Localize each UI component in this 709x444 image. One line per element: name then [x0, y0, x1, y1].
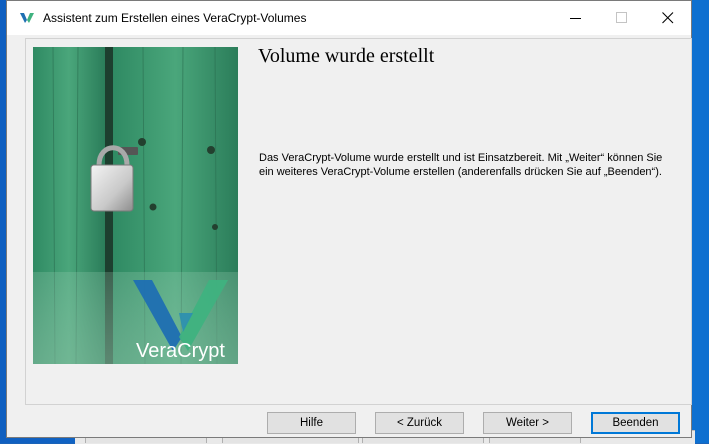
minimize-button[interactable] — [553, 1, 599, 35]
close-icon — [662, 12, 674, 24]
next-button[interactable]: Weiter > — [483, 412, 572, 434]
window-title: Assistent zum Erstellen eines VeraCrypt-… — [43, 11, 307, 25]
maximize-icon — [616, 12, 627, 23]
back-button[interactable]: < Zurück — [375, 412, 464, 434]
help-button[interactable]: Hilfe — [267, 412, 356, 434]
wizard-window: Assistent zum Erstellen eines VeraCrypt-… — [6, 0, 692, 438]
info-text: Das VeraCrypt-Volume wurde erstellt und … — [259, 152, 663, 178]
minimize-icon — [570, 18, 581, 19]
veracrypt-logo-icon — [20, 13, 34, 23]
page-title: Volume wurde erstellt — [258, 45, 435, 67]
veracrypt-side-image: VeraCrypt — [33, 47, 238, 364]
title-bar[interactable]: Assistent zum Erstellen eines VeraCrypt-… — [7, 1, 691, 35]
finish-button[interactable]: Beenden — [591, 412, 680, 434]
maximize-button[interactable] — [599, 1, 645, 35]
close-button[interactable] — [645, 1, 691, 35]
veracrypt-brand-text: VeraCrypt — [136, 340, 225, 362]
